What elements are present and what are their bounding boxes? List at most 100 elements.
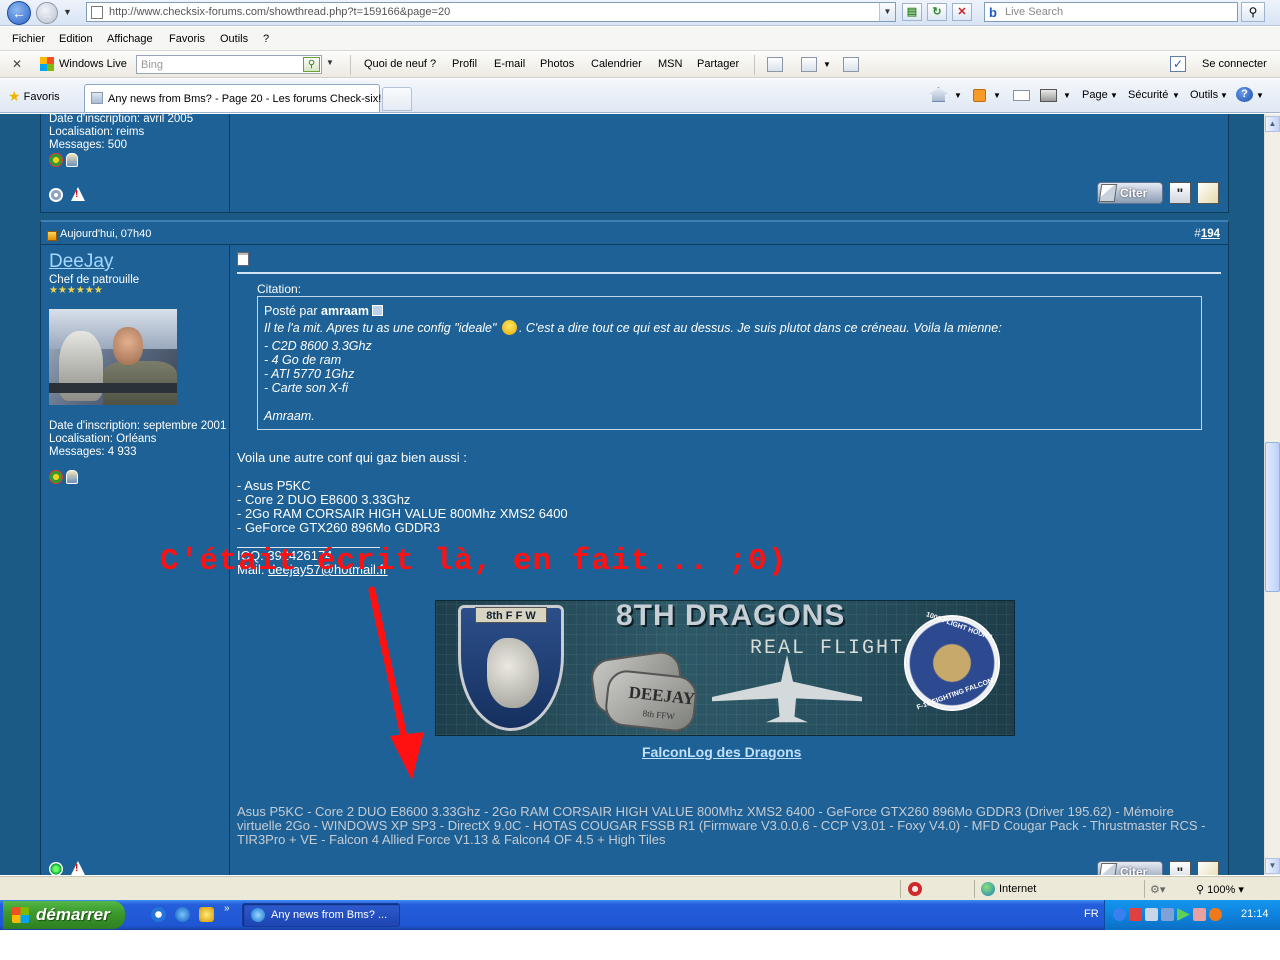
pilot-badge-icon [66, 470, 78, 484]
language-indicator[interactable]: FR [1084, 908, 1099, 920]
menu-help[interactable]: ? [263, 33, 269, 45]
tray-volume-icon[interactable] [1161, 908, 1174, 921]
new-tab-button[interactable] [382, 87, 412, 111]
post-number-link[interactable]: 194 [1201, 228, 1220, 240]
quick-reply-icon[interactable] [1197, 861, 1219, 875]
clock: 21:14 [1241, 908, 1269, 920]
report-post-icon[interactable] [71, 187, 85, 201]
quote-label: Citation: [257, 282, 302, 296]
accelerator-icon[interactable]: ⚙▾ [1150, 883, 1165, 896]
link-partager[interactable]: Partager [697, 58, 739, 70]
print-dropdown-icon[interactable]: ▼ [1063, 91, 1071, 100]
security-menu[interactable]: Sécurité [1128, 89, 1168, 101]
quote-author-line: Posté par amraam [264, 304, 383, 318]
tray-play-icon[interactable] [1177, 908, 1190, 921]
post-date: Aujourd'hui, 07h40 [60, 228, 152, 240]
ie-icon [251, 908, 265, 922]
help-dropdown-icon[interactable]: ▼ [1256, 91, 1264, 100]
history-dropdown-icon[interactable]: ▼ [63, 7, 72, 17]
scroll-down-icon[interactable]: ▼ [1265, 858, 1280, 874]
search-go-icon[interactable]: ⚲ [1241, 2, 1265, 22]
multiquote-icon[interactable]: " [1169, 861, 1191, 875]
address-dropdown-icon[interactable]: ▼ [879, 3, 895, 21]
quote-button[interactable]: Citer [1097, 861, 1163, 875]
link-profil[interactable]: Profil [452, 58, 477, 70]
scroll-thumb[interactable] [1265, 442, 1280, 592]
help-icon[interactable]: ? [1236, 87, 1253, 102]
previous-messages: Messages: 500 [49, 139, 127, 151]
signature-banner: 8th F F W DEEJAY 8th FFW 8TH DRAGONS REA… [435, 600, 1015, 736]
bing-placeholder: Bing [141, 59, 164, 71]
link-email[interactable]: E-mail [494, 58, 525, 70]
previous-location: Localisation: reims [49, 126, 145, 138]
windows-live-button[interactable]: Windows Live [59, 58, 127, 70]
address-field[interactable]: http://www.checksix-forums.com/showthrea… [86, 2, 896, 22]
menu-fichier[interactable]: Fichier [12, 33, 45, 45]
menu-edition[interactable]: Edition [59, 33, 93, 45]
stop-icon[interactable]: ✕ [952, 3, 972, 21]
link-calendrier[interactable]: Calendrier [591, 58, 642, 70]
forward-button[interactable]: → [36, 2, 58, 24]
link-quoi-de-neuf[interactable]: Quoi de neuf ? [364, 58, 436, 70]
scroll-up-icon[interactable]: ▲ [1265, 116, 1280, 132]
post-number[interactable]: #194 [1194, 228, 1220, 240]
bing-search-icon[interactable]: ⚲ [303, 57, 320, 72]
network-icon[interactable] [843, 57, 859, 72]
signin-button[interactable]: Se connecter [1202, 58, 1267, 70]
vertical-scrollbar[interactable]: ▲ ▼ [1264, 114, 1280, 875]
taskbar-window-ie[interactable]: Any news from Bms? ... [242, 903, 400, 927]
tools-menu[interactable]: Outils [1190, 89, 1218, 101]
live-search-field[interactable]: b Live Search [984, 2, 1238, 22]
tray-network-icon[interactable] [1145, 908, 1158, 921]
window-dropdown-icon[interactable]: ▼ [823, 60, 831, 69]
menu-favoris[interactable]: Favoris [169, 33, 205, 45]
rss-icon[interactable] [973, 89, 986, 102]
tray-security-icon[interactable] [1129, 908, 1142, 921]
dogtag-name: DEEJAY [627, 682, 696, 709]
printer-icon[interactable] [1040, 89, 1057, 102]
favorites-button[interactable]: ★ Favoris [8, 88, 60, 105]
address-url[interactable]: http://www.checksix-forums.com/showthrea… [109, 6, 450, 18]
menu-affichage[interactable]: Affichage [107, 33, 153, 45]
quicklaunch-app-icon[interactable] [199, 907, 214, 922]
zoom-level[interactable]: ⚲ 100% ▾ [1196, 883, 1244, 896]
rss-dropdown-icon[interactable]: ▼ [993, 91, 1001, 100]
mail-icon[interactable] [1013, 90, 1030, 101]
tools-dropdown-icon: ▼ [1220, 91, 1228, 100]
share-icon[interactable] [767, 57, 783, 72]
falconlog-link[interactable]: FalconLog des Dragons [642, 744, 801, 760]
close-toolbar-icon[interactable]: ✕ [12, 57, 22, 71]
tray-app-icon[interactable] [1209, 908, 1222, 921]
window-icon[interactable] [801, 57, 817, 72]
tray-back-icon[interactable] [1113, 908, 1126, 921]
home-icon[interactable] [930, 87, 947, 102]
page-menu[interactable]: Page [1082, 89, 1108, 101]
quicklaunch-outlook-icon[interactable] [151, 907, 166, 922]
link-msn[interactable]: MSN [658, 58, 682, 70]
start-button[interactable]: démarrer [3, 901, 125, 929]
view-post-icon[interactable] [371, 305, 383, 316]
bing-search-field[interactable]: Bing ⚲ [136, 55, 322, 74]
tray-tools-icon[interactable] [1193, 908, 1206, 921]
home-dropdown-icon[interactable]: ▼ [954, 91, 962, 100]
tab-active[interactable]: Any news from Bms? - Page 20 - Les forum… [84, 84, 381, 112]
previous-post: Date d'inscription: avril 2005 Localisat… [40, 114, 1229, 213]
refresh-icon[interactable]: ↻ [927, 3, 947, 21]
multiquote-icon[interactable]: " [1169, 182, 1191, 204]
bing-dropdown-icon[interactable]: ▼ [326, 58, 334, 67]
windows-live-logo-icon [40, 57, 54, 71]
link-photos[interactable]: Photos [540, 58, 574, 70]
compat-view-icon[interactable]: ▤ [902, 3, 922, 21]
report-post-icon[interactable] [71, 861, 85, 875]
quicklaunch-more-icon[interactable]: » [224, 903, 230, 914]
username-link[interactable]: DeeJay [49, 251, 113, 273]
system-tray: FR 21:14 [1084, 900, 1280, 930]
post-header: Aujourd'hui, 07h40 #194 [40, 220, 1229, 245]
tab-row: ★ Favoris Any news from Bms? - Page 20 -… [0, 79, 1280, 113]
back-button[interactable]: ← [7, 1, 31, 25]
quicklaunch-ie-icon[interactable] [175, 907, 190, 922]
user-rank-stars: ★★★★★★ [49, 285, 103, 296]
quote-button[interactable]: Citer [1097, 182, 1163, 204]
quick-reply-icon[interactable] [1197, 182, 1219, 204]
menu-outils[interactable]: Outils [220, 33, 248, 45]
